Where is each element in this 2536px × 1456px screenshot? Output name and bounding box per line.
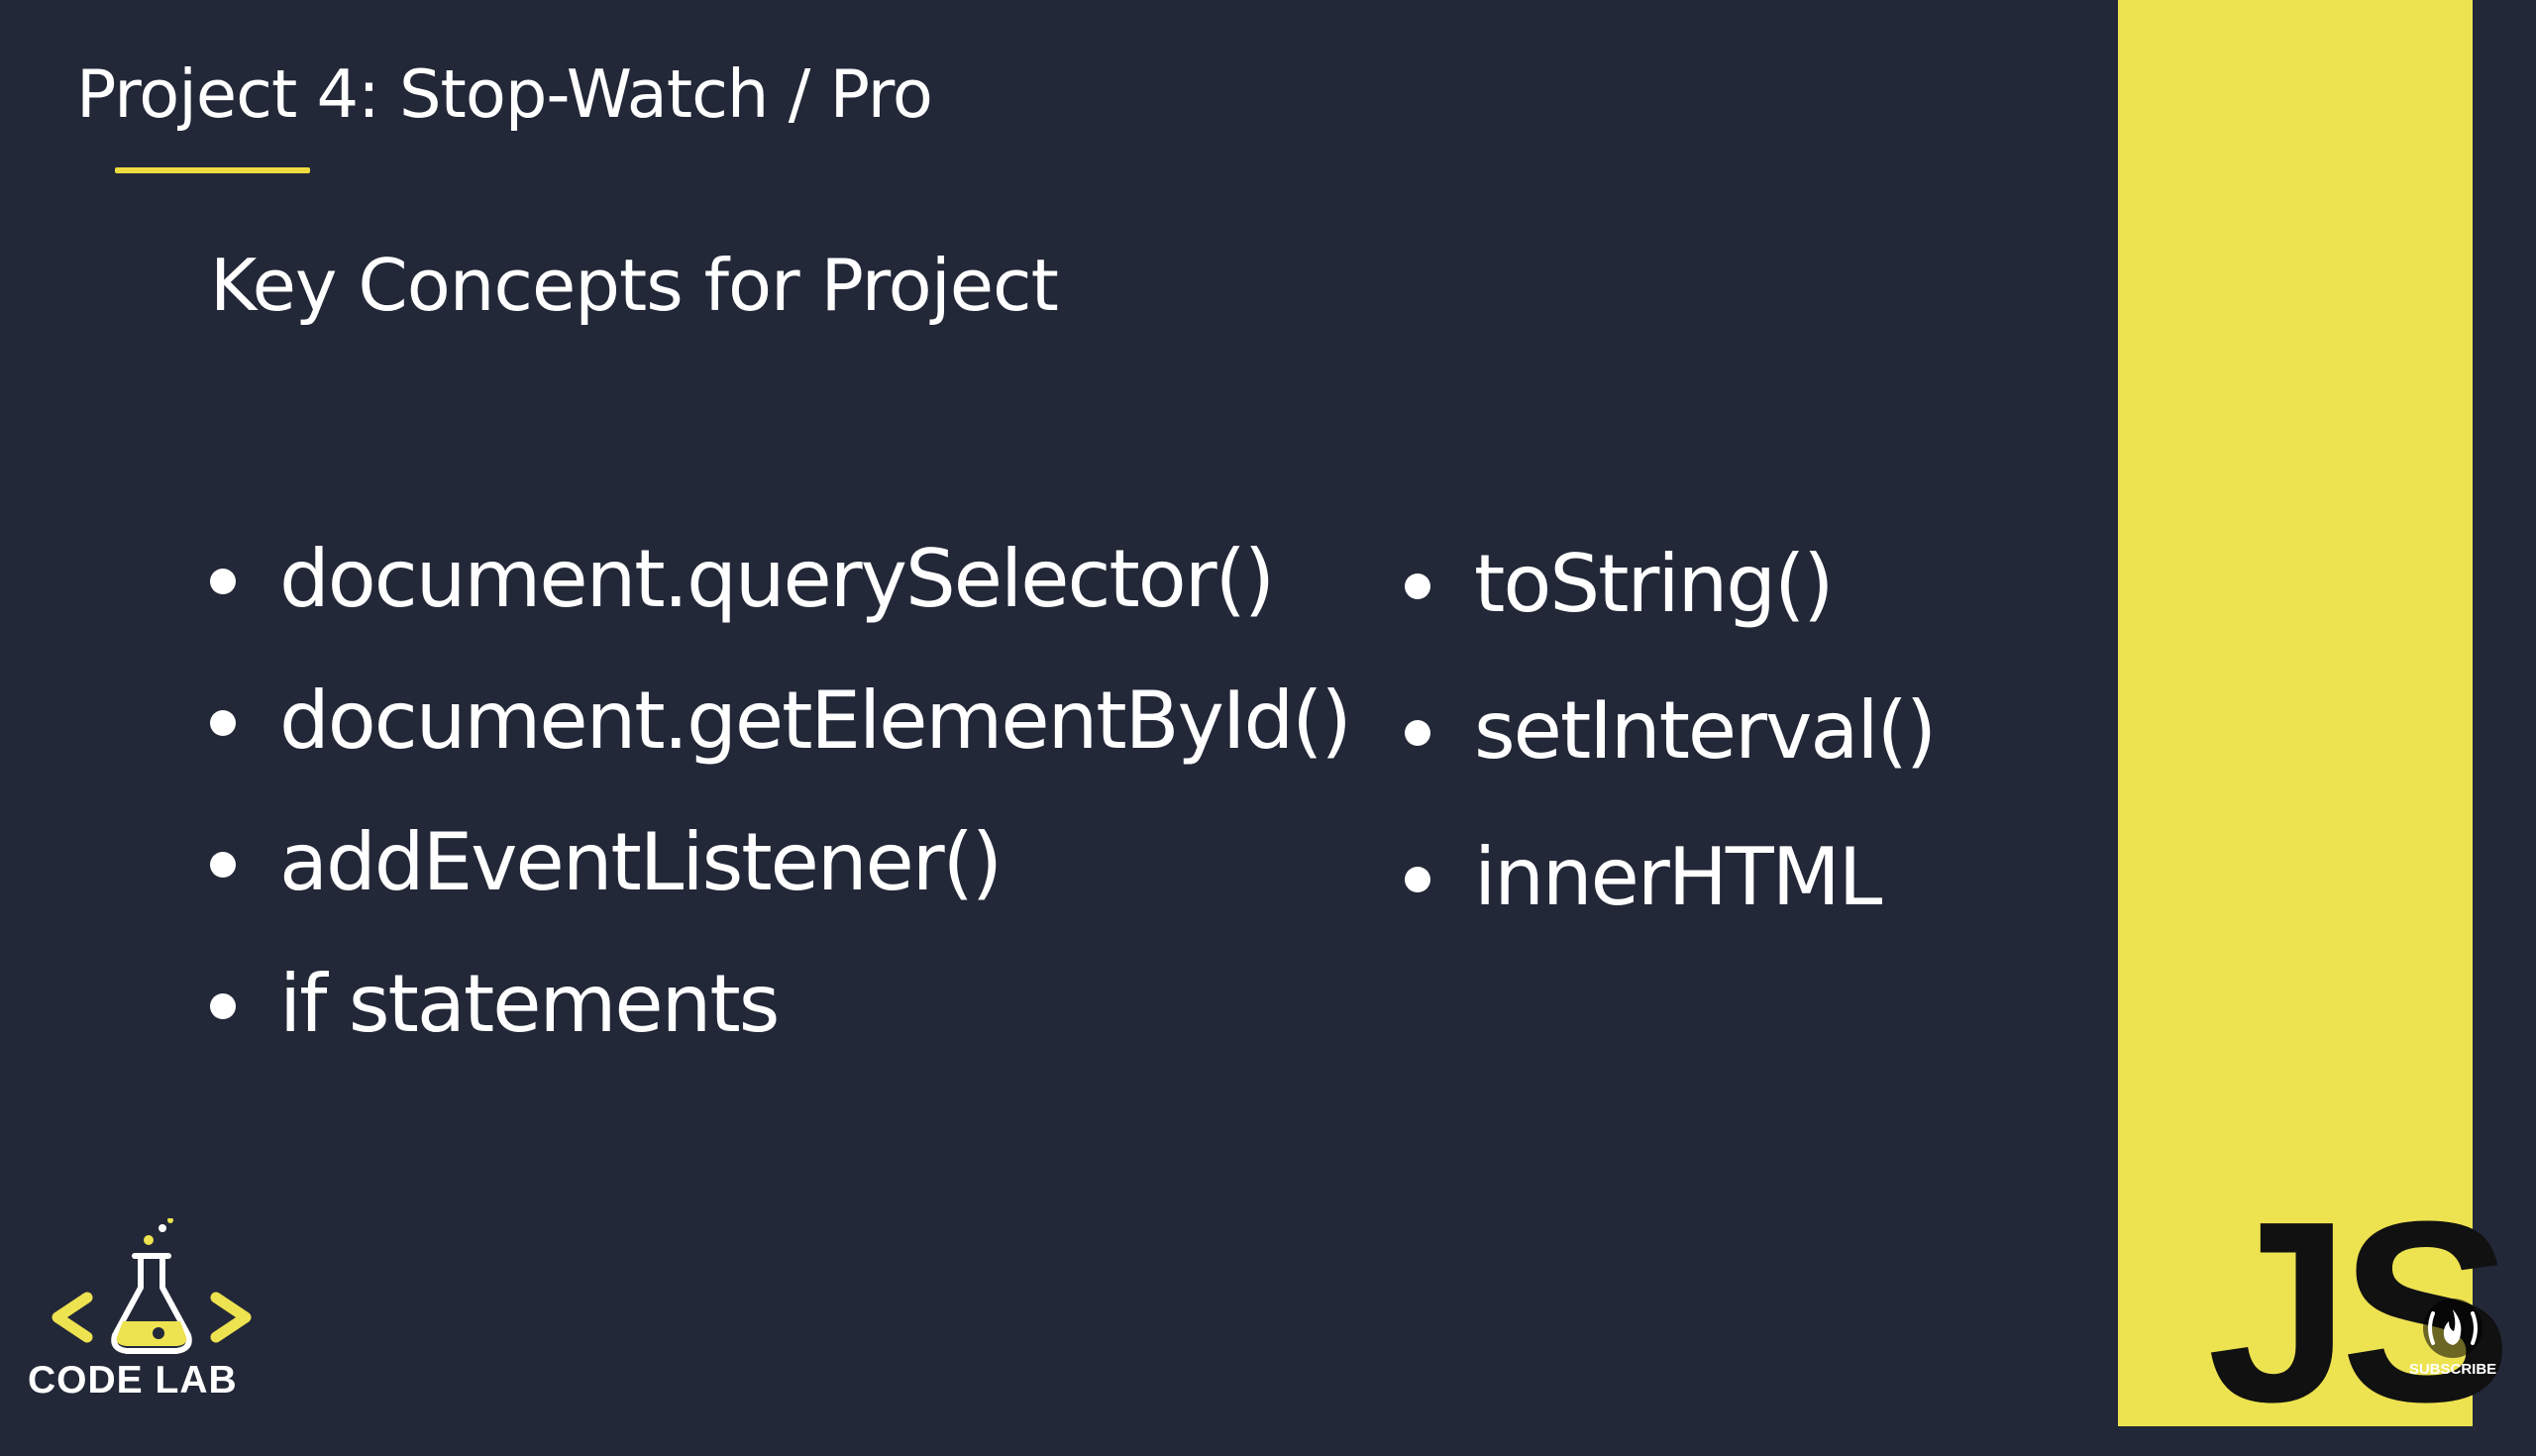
list-item-label: if statements (279, 958, 780, 1050)
bullet-dot (210, 852, 236, 878)
list-item-label: setInterval() (1474, 684, 1937, 777)
flame-icon (2423, 1299, 2483, 1358)
slide: Project 4: Stop-Watch / Pro Key Concepts… (0, 0, 2536, 1441)
list-item-label: document.getElementById() (279, 675, 1352, 767)
bullet-dot (210, 710, 236, 736)
list-item-label: document.querySelector() (279, 533, 1275, 625)
slide-title: Project 4: Stop-Watch / Pro (76, 55, 933, 133)
bullet-dot (210, 569, 236, 594)
list-item-label: addEventListener() (279, 816, 1003, 908)
list-item-label: innerHTML (1474, 831, 1882, 923)
bullet-dot (1405, 573, 1430, 599)
bullet-dot (210, 993, 236, 1019)
bullet-dot (1405, 720, 1430, 746)
slide-subheading: Key Concepts for Project (210, 244, 1059, 327)
flask-code-icon (52, 1218, 252, 1354)
subscribe-label: SUBSCRIBE (2408, 1361, 2497, 1378)
codelab-label: CODE LAB (28, 1359, 238, 1402)
list-item-label: toString() (1474, 538, 1834, 630)
subscribe-button[interactable]: SUBSCRIBE (2405, 1296, 2500, 1385)
codelab-logo: CODE LAB (28, 1218, 265, 1406)
title-underline (115, 167, 310, 173)
bullet-dot (1405, 867, 1430, 892)
